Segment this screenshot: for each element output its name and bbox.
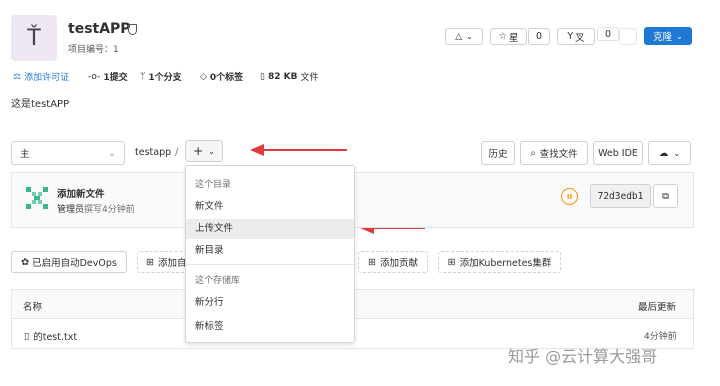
shield-icon	[128, 24, 137, 35]
file-link[interactable]: ▯ 的test.txt	[24, 329, 77, 344]
annotation-arrowhead	[250, 144, 264, 156]
commit-sha[interactable]: 72d3edb1	[590, 184, 651, 208]
fork-icon: Y	[567, 31, 574, 42]
branch-icon: ᛘ	[140, 71, 146, 82]
chevron-down-icon: ⌄	[673, 148, 681, 158]
commits-link[interactable]: -o- 1提交	[88, 70, 128, 84]
project-title[interactable]: testAPP	[68, 21, 131, 37]
fork-count-box	[619, 28, 637, 45]
add-kubernetes-button[interactable]: ⊞ 添加Kubernetes集群	[438, 251, 561, 273]
menu-item-new-file[interactable]: 新文件	[186, 197, 354, 217]
fork-button[interactable]: Y叉	[557, 28, 595, 45]
plus-square-icon: ⊞	[146, 256, 154, 268]
history-button[interactable]: 历史	[481, 141, 515, 165]
annotation-arrow	[262, 149, 347, 151]
pipeline-status-icon[interactable]: II	[561, 188, 578, 205]
project-id: 项目编号：1	[68, 45, 119, 55]
find-file-button[interactable]: ⌕ 查找文件	[520, 141, 588, 165]
col-updated-header: 最后更新	[638, 302, 677, 313]
plus-square-icon: ⊞	[447, 256, 456, 268]
add-contributing-button[interactable]: ⊞ 添加贡献	[358, 251, 428, 273]
web-ide-button[interactable]: Web IDE	[593, 141, 643, 165]
commit-author[interactable]: 管理员	[57, 205, 84, 215]
branches-link[interactable]: ᛘ 1个分支	[140, 70, 182, 84]
chevron-down-icon: ⌄	[108, 147, 116, 159]
dropdown-section-directory: 这个目录	[195, 180, 232, 190]
add-dropdown-menu: 这个目录 新文件 上传文件 新目录 这个存储库 新分行 新标签	[185, 165, 355, 343]
copy-icon: ⧉	[662, 190, 669, 202]
chevron-down-icon: ⌄	[208, 146, 215, 156]
file-icon: ▯	[260, 71, 265, 82]
menu-item-new-directory[interactable]: 新目录	[186, 241, 354, 261]
star-icon: ☆	[498, 31, 507, 42]
commit-title[interactable]: 添加新文件	[57, 186, 105, 200]
search-icon: ⌕	[530, 147, 536, 159]
file-updated: 4分钟前	[644, 332, 677, 342]
files-size-link[interactable]: ▯ 82 KB 文件	[260, 70, 318, 84]
star-count[interactable]: 0	[528, 28, 550, 45]
download-button[interactable]: ☁ ⌄	[648, 141, 691, 165]
branch-select[interactable]: 主 ⌄	[11, 141, 125, 165]
commit-meta: 管理员撰写4分钟前	[57, 202, 135, 215]
fork-count[interactable]: 0	[597, 27, 619, 41]
dropdown-divider	[186, 264, 354, 265]
auto-devops-button[interactable]: ✿ 已启用自动DevOps	[11, 251, 127, 273]
add-license-link[interactable]: ⚖ 添加许可证	[13, 70, 69, 84]
clone-button[interactable]: 克隆 ⌄	[644, 27, 692, 45]
copy-sha-button[interactable]: ⧉	[653, 184, 678, 208]
menu-item-new-tag[interactable]: 新标签	[186, 317, 354, 337]
tags-link[interactable]: ◇ 0个标签	[200, 70, 243, 84]
committer-avatar	[24, 185, 50, 211]
commit-time: 撰写4分钟前	[84, 205, 135, 215]
menu-item-new-branch[interactable]: 新分行	[186, 293, 354, 313]
gear-icon: ✿	[21, 256, 30, 268]
download-icon: ☁	[658, 147, 669, 159]
col-name-header: 名称	[23, 302, 43, 313]
breadcrumb-separator: /	[175, 147, 179, 158]
tag-icon: ◇	[200, 71, 207, 82]
project-description: 这是testAPP	[11, 99, 70, 110]
watermark: 知乎 @云计算大强哥	[508, 347, 658, 366]
notification-button[interactable]: △ ⌄	[445, 28, 483, 45]
chevron-down-icon: ⌄	[676, 31, 683, 41]
dropdown-section-repository: 这个存储库	[195, 276, 241, 286]
file-icon: ▯	[24, 330, 30, 342]
commit-icon: -o-	[88, 71, 101, 82]
chevron-down-icon: ⌄	[466, 32, 473, 41]
add-readme-button[interactable]: ⊞ 添加自	[137, 251, 187, 273]
menu-item-upload-file[interactable]: 上传文件	[186, 219, 354, 239]
license-icon: ⚖	[13, 71, 22, 82]
bell-icon: △	[455, 31, 463, 42]
project-avatar: Ť	[11, 15, 57, 61]
add-dropdown-button[interactable]: + ⌄	[185, 140, 223, 162]
breadcrumb-path[interactable]: testapp	[135, 147, 171, 158]
plus-square-icon: ⊞	[368, 256, 376, 268]
star-button[interactable]: ☆ 星	[490, 28, 527, 45]
